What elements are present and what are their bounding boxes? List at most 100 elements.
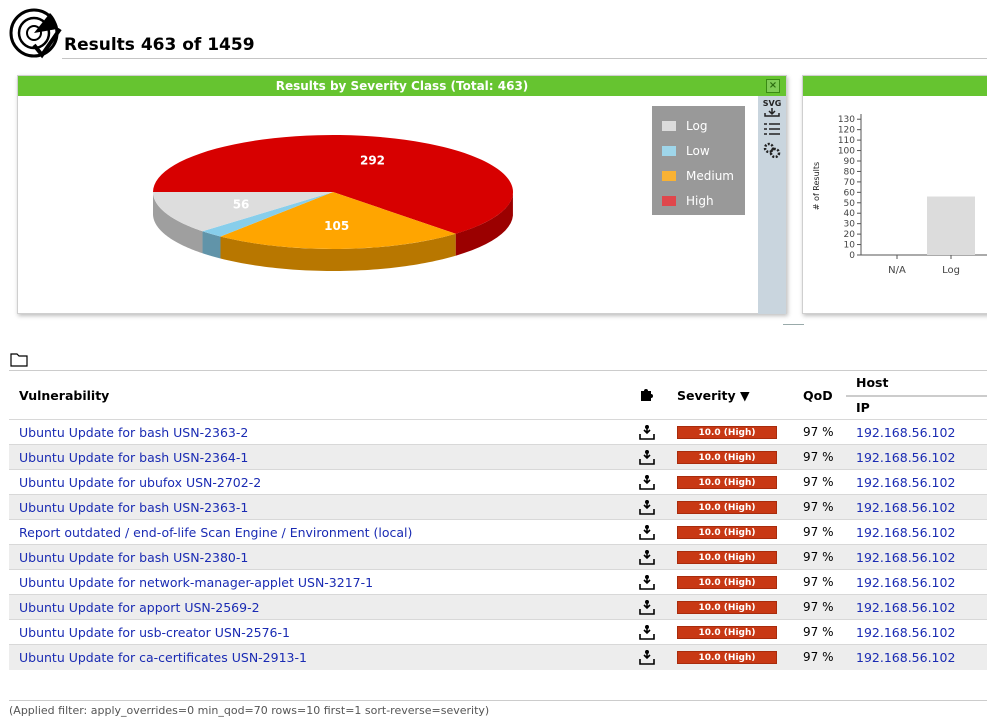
vulnerability-link[interactable]: Ubuntu Update for bash USN-2363-1 bbox=[19, 500, 248, 515]
vendor-fix-icon[interactable] bbox=[638, 499, 656, 516]
solution-type-cell bbox=[627, 619, 667, 645]
qod-cell: 97 % bbox=[793, 494, 846, 520]
severity-cell: 10.0 (High) bbox=[667, 619, 793, 645]
column-header-solution-type[interactable] bbox=[627, 371, 667, 420]
host-ip-link[interactable]: 192.168.56.102 bbox=[856, 525, 955, 540]
vendor-fix-icon[interactable] bbox=[638, 624, 656, 641]
show-table-button[interactable] bbox=[760, 122, 784, 138]
vendor-fix-icon[interactable] bbox=[638, 474, 656, 491]
severity-bar: 10.0 (High) bbox=[677, 501, 777, 514]
table-row: Ubuntu Update for ubufox USN-2702-2 10.0 … bbox=[9, 469, 987, 495]
vendor-fix-icon[interactable] bbox=[638, 449, 656, 466]
download-svg-button[interactable]: SVG bbox=[760, 99, 784, 119]
column-header-host[interactable]: Host bbox=[846, 370, 987, 397]
vulnerability-link[interactable]: Ubuntu Update for bash USN-2363-2 bbox=[19, 425, 248, 440]
ip-cell: 192.168.56.102 bbox=[846, 494, 987, 520]
download-icon bbox=[764, 108, 780, 117]
legend-item-low[interactable]: Low bbox=[662, 143, 710, 159]
host-ip-link[interactable]: 192.168.56.102 bbox=[856, 625, 955, 640]
qod-cell: 97 % bbox=[793, 619, 846, 645]
table-row: Ubuntu Update for bash USN-2380-1 10.0 (H… bbox=[9, 544, 987, 570]
legend-swatch-low bbox=[662, 146, 676, 156]
ip-cell: 192.168.56.102 bbox=[846, 444, 987, 470]
title-divider bbox=[62, 58, 987, 59]
vendor-fix-icon[interactable] bbox=[638, 524, 656, 541]
table-row: Ubuntu Update for apport USN-2569-2 10.0 … bbox=[9, 594, 987, 620]
vulnerability-link[interactable]: Report outdated / end-of-life Scan Engin… bbox=[19, 525, 412, 540]
solution-type-cell bbox=[627, 494, 667, 520]
scan-radar-logo-icon bbox=[9, 8, 62, 59]
ip-cell: 192.168.56.102 bbox=[846, 469, 987, 495]
host-ip-link[interactable]: 192.168.56.102 bbox=[856, 500, 955, 515]
y-tick-label: 60 bbox=[844, 188, 856, 198]
vulnerability-link[interactable]: Ubuntu Update for ca-certificates USN-29… bbox=[19, 650, 307, 665]
vulnerability-link[interactable]: Ubuntu Update for apport USN-2569-2 bbox=[19, 600, 260, 615]
vulnerability-link[interactable]: Ubuntu Update for network-manager-applet… bbox=[19, 575, 373, 590]
host-ip-link[interactable]: 192.168.56.102 bbox=[856, 450, 955, 465]
vulnerability-link[interactable]: Ubuntu Update for bash USN-2364-1 bbox=[19, 450, 248, 465]
x-tick-label: Log bbox=[942, 265, 960, 276]
host-ip-link[interactable]: 192.168.56.102 bbox=[856, 650, 955, 665]
y-tick-label: 30 bbox=[844, 220, 856, 230]
results-table: Vulnerability Severity ▼ QoD Host IP Ubu… bbox=[9, 370, 987, 670]
severity-bar-panel: 0 10 20 30 40 50 60 70 80 90 100 110 120 130 # of Resu… bbox=[802, 75, 987, 314]
table-row: Ubuntu Update for bash USN-2364-1 10.0 (H… bbox=[9, 444, 987, 470]
host-ip-link[interactable]: 192.168.56.102 bbox=[856, 475, 955, 490]
severity-panel-header[interactable]: Results by Severity Class (Total: 463) × bbox=[18, 76, 786, 96]
severity-cell: 10.0 (High) bbox=[667, 594, 793, 620]
host-ip-link[interactable]: 192.168.56.102 bbox=[856, 425, 955, 440]
page-title: Results 463 of 1459 bbox=[64, 35, 255, 55]
pie-data-label: 105 bbox=[324, 219, 349, 233]
list-icon bbox=[764, 123, 780, 135]
severity-bar: 10.0 (High) bbox=[677, 601, 777, 614]
vulnerability-cell: Ubuntu Update for apport USN-2569-2 bbox=[9, 594, 627, 620]
severity-panel-title: Results by Severity Class (Total: 463) bbox=[275, 79, 529, 93]
legend-label: Medium bbox=[686, 169, 734, 183]
chart-settings-button[interactable] bbox=[760, 141, 784, 161]
severity-cell: 10.0 (High) bbox=[667, 444, 793, 470]
vendor-fix-icon[interactable] bbox=[638, 424, 656, 441]
table-row: Report outdated / end-of-life Scan Engin… bbox=[9, 519, 987, 545]
vulnerability-link[interactable]: Ubuntu Update for bash USN-2380-1 bbox=[19, 550, 248, 565]
vulnerability-link[interactable]: Ubuntu Update for ubufox USN-2702-2 bbox=[19, 475, 261, 490]
column-header-vulnerability[interactable]: Vulnerability bbox=[9, 371, 627, 420]
panel-resize-handle[interactable] bbox=[783, 324, 804, 325]
vulnerability-cell: Ubuntu Update for bash USN-2363-2 bbox=[9, 419, 627, 445]
column-header-severity[interactable]: Severity ▼ bbox=[667, 371, 793, 420]
close-panel-button[interactable]: × bbox=[766, 79, 780, 93]
host-ip-link[interactable]: 192.168.56.102 bbox=[856, 550, 955, 565]
qod-cell: 97 % bbox=[793, 519, 846, 545]
table-row: Ubuntu Update for network-manager-applet… bbox=[9, 569, 987, 595]
vulnerability-link[interactable]: Ubuntu Update for usb-creator USN-2576-1 bbox=[19, 625, 290, 640]
severity-bar: 10.0 (High) bbox=[677, 426, 777, 439]
table-row: Ubuntu Update for bash USN-2363-2 10.0 (H… bbox=[9, 419, 987, 445]
vulnerability-cell: Ubuntu Update for usb-creator USN-2576-1 bbox=[9, 619, 627, 645]
vendor-fix-icon[interactable] bbox=[638, 599, 656, 616]
vendor-fix-icon[interactable] bbox=[638, 649, 656, 666]
qod-cell: 97 % bbox=[793, 644, 846, 670]
column-header-ip[interactable]: IP bbox=[846, 396, 987, 420]
legend-item-log[interactable]: Log bbox=[662, 118, 707, 134]
y-tick-label: 10 bbox=[844, 241, 856, 251]
qod-cell: 97 % bbox=[793, 419, 846, 445]
table-row: Ubuntu Update for ca-certificates USN-29… bbox=[9, 644, 987, 670]
severity-cell: 10.0 (High) bbox=[667, 494, 793, 520]
vendor-fix-icon[interactable] bbox=[638, 574, 656, 591]
qod-cell: 97 % bbox=[793, 569, 846, 595]
severity-cell: 10.0 (High) bbox=[667, 544, 793, 570]
host-ip-link[interactable]: 192.168.56.102 bbox=[856, 575, 955, 590]
severity-cell: 10.0 (High) bbox=[667, 569, 793, 595]
ip-cell: 192.168.56.102 bbox=[846, 644, 987, 670]
legend-item-high[interactable]: High bbox=[662, 193, 714, 209]
vendor-fix-icon[interactable] bbox=[638, 549, 656, 566]
bar-panel-header[interactable] bbox=[803, 76, 987, 96]
folder-icon[interactable] bbox=[10, 352, 28, 367]
legend-item-medium[interactable]: Medium bbox=[662, 168, 734, 184]
vulnerability-cell: Ubuntu Update for bash USN-2380-1 bbox=[9, 544, 627, 570]
severity-cell: 10.0 (High) bbox=[667, 644, 793, 670]
solution-type-cell bbox=[627, 419, 667, 445]
table-row: Ubuntu Update for usb-creator USN-2576-1… bbox=[9, 619, 987, 645]
bar-log bbox=[927, 196, 975, 255]
host-ip-link[interactable]: 192.168.56.102 bbox=[856, 600, 955, 615]
column-header-qod[interactable]: QoD bbox=[793, 371, 846, 420]
